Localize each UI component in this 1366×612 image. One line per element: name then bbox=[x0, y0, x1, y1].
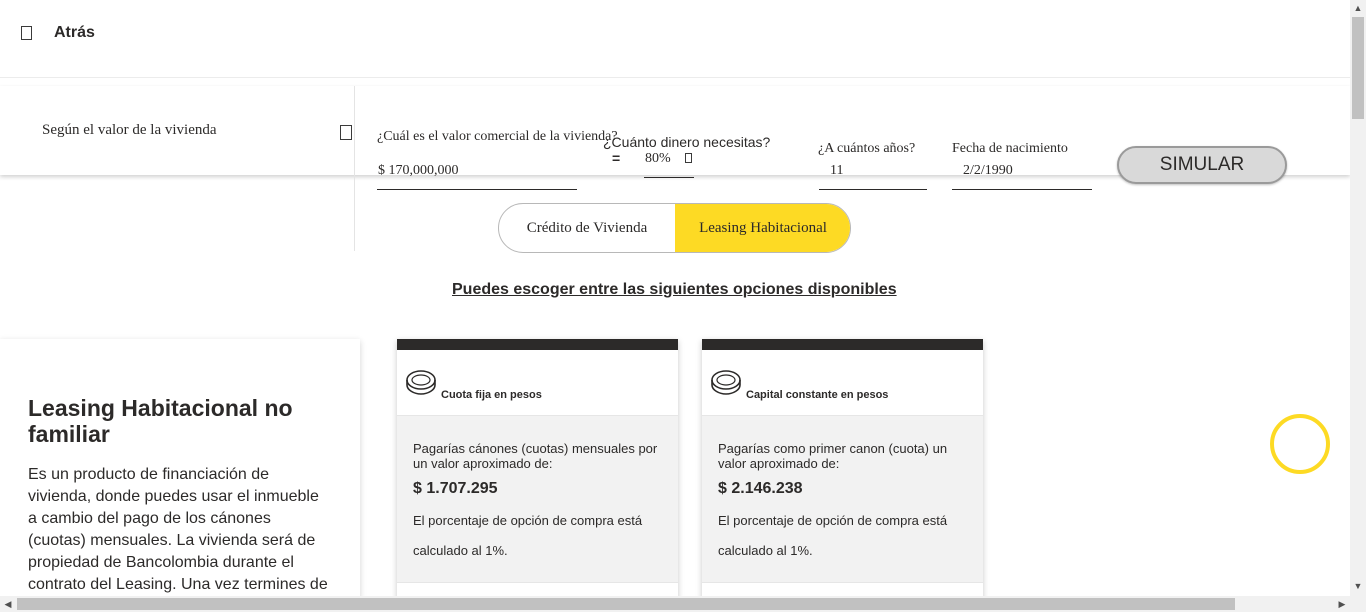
product-description: Es un producto de financiación de vivien… bbox=[28, 466, 328, 599]
option-name: Capital constante en pesos bbox=[746, 389, 889, 401]
toggle-leasing-habitacional[interactable]: Leasing Habitacional bbox=[675, 204, 850, 252]
product-title: Leasing Habitacional no familiar bbox=[28, 395, 293, 447]
option-note: El porcentaje de opción de compra está c… bbox=[413, 513, 643, 558]
option-description: Pagarías como primer canon (cuota) un va… bbox=[718, 441, 948, 471]
coin-icon bbox=[711, 370, 741, 395]
option-name: Cuota fija en pesos bbox=[441, 389, 542, 401]
scroll-right-arrow-icon[interactable]: ▶ bbox=[1334, 596, 1350, 612]
equals-sign: = bbox=[612, 150, 621, 166]
back-link[interactable]: Atrás bbox=[54, 24, 95, 42]
option-card-capital-constante[interactable]: Capital constante en pesos Pagarías como… bbox=[702, 339, 983, 599]
option-description: Pagarías cánones (cuotas) mensuales por … bbox=[413, 441, 658, 471]
option-amount: $ 2.146.238 bbox=[718, 480, 803, 497]
option-amount: $ 1.707.295 bbox=[413, 480, 498, 497]
product-toggle: Crédito de Vivienda Leasing Habitacional bbox=[498, 203, 851, 253]
simulate-button[interactable]: SIMULAR bbox=[1117, 146, 1287, 184]
scroll-up-arrow-icon[interactable]: ▲ bbox=[1350, 0, 1366, 16]
birthdate-label: Fecha de nacimiento bbox=[952, 141, 1068, 156]
option-details: Pagarías cánones (cuotas) mensuales por … bbox=[397, 415, 678, 583]
simulation-mode-select[interactable]: Según el valor de la vivienda bbox=[0, 86, 355, 175]
dropdown-icon[interactable] bbox=[340, 125, 352, 140]
top-bar: Atrás bbox=[0, 0, 1350, 78]
coin-icon bbox=[406, 370, 436, 395]
option-note: El porcentaje de opción de compra está c… bbox=[718, 513, 948, 558]
years-underline bbox=[819, 189, 927, 190]
product-info-card: Leasing Habitacional no familiar Es un p… bbox=[0, 339, 360, 599]
card-top-bar bbox=[397, 339, 678, 350]
amount-needed-label: ¿Cuánto dinero necesitas? bbox=[603, 134, 771, 150]
amount-needed-underline bbox=[644, 177, 694, 178]
horizontal-scroll-thumb[interactable] bbox=[17, 598, 1235, 610]
card-top-bar bbox=[702, 339, 983, 350]
simulation-mode-label: Según el valor de la vivienda bbox=[42, 122, 217, 138]
back-icon[interactable] bbox=[21, 26, 32, 40]
panel-divider bbox=[354, 86, 355, 251]
option-details: Pagarías como primer canon (cuota) un va… bbox=[702, 415, 983, 583]
option-card-cuota-fija[interactable]: Cuota fija en pesos Pagarías cánones (cu… bbox=[397, 339, 678, 599]
birthdate-underline bbox=[952, 189, 1092, 190]
vertical-scroll-thumb[interactable] bbox=[1352, 17, 1364, 119]
property-value-input[interactable]: $ 170,000,000 bbox=[378, 163, 459, 179]
options-heading: Puedes escoger entre las siguientes opci… bbox=[452, 281, 897, 298]
years-input[interactable]: 11 bbox=[830, 163, 843, 179]
amount-needed-select[interactable]: 80% bbox=[645, 151, 671, 167]
scroll-left-arrow-icon[interactable]: ◀ bbox=[0, 596, 16, 612]
scroll-down-arrow-icon[interactable]: ▼ bbox=[1350, 578, 1366, 594]
property-value-underline bbox=[377, 189, 577, 190]
dropdown-icon[interactable] bbox=[685, 153, 692, 163]
birthdate-input[interactable]: 2/2/1990 bbox=[963, 163, 1013, 179]
years-label: ¿A cuántos años? bbox=[818, 141, 916, 156]
toggle-credito-vivienda[interactable]: Crédito de Vivienda bbox=[499, 204, 675, 252]
chat-button[interactable] bbox=[1270, 414, 1330, 474]
property-value-label: ¿Cuál es el valor comercial de la vivien… bbox=[377, 129, 618, 144]
